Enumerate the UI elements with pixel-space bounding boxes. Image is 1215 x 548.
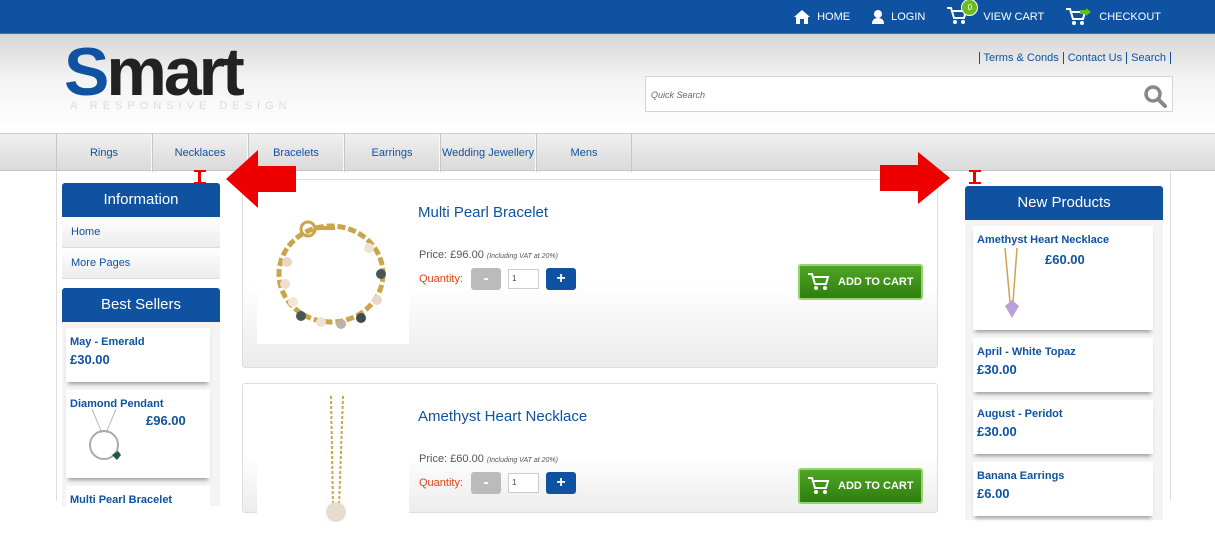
site-logo[interactable]: Smart A RESPONSIVE DESIGN	[64, 34, 292, 112]
add-to-cart-button[interactable]: ADD TO CART	[798, 468, 923, 504]
new-products-title: New Products	[965, 186, 1163, 220]
quantity-stepper: Quantity: - 1 +	[419, 268, 577, 290]
info-link-home[interactable]: Home	[62, 217, 220, 248]
new-product-name: April - White Topaz	[977, 346, 1076, 358]
left-arrow-annotation	[226, 150, 296, 208]
information-title: Information	[62, 183, 220, 217]
new-product-price: £60.00	[1045, 252, 1085, 267]
contact-link[interactable]: Contact Us	[1062, 52, 1126, 64]
vat-note: (Including VAT at 20%)	[486, 457, 558, 464]
new-product-item[interactable]: Banana Earrings £6.00	[973, 462, 1153, 516]
search-placeholder: Quick Search	[651, 90, 706, 100]
product-price: Price: £96.00 (Including VAT at 20%)	[419, 249, 558, 261]
new-product-item[interactable]: April - White Topaz £30.00	[973, 338, 1153, 392]
nav-item-wedding-jewellery[interactable]: Wedding Jewellery	[440, 134, 536, 172]
login-link[interactable]: LOGIN	[872, 10, 925, 24]
text-cursor-annotation	[969, 170, 981, 184]
best-seller-item[interactable]: Diamond Pendant £96.00	[66, 390, 210, 478]
search-link[interactable]: Search	[1126, 52, 1171, 64]
logo-title: Smart	[64, 34, 245, 110]
logo-tagline: A RESPONSIVE DESIGN	[70, 100, 292, 112]
best-seller-name: Multi Pearl Bracelet	[70, 494, 173, 506]
amethyst-necklace-image	[1004, 248, 1019, 318]
info-link-more-pages[interactable]: More Pages	[62, 248, 220, 279]
quantity-label: Quantity:	[419, 273, 464, 285]
nav-item-mens[interactable]: Mens	[536, 134, 632, 172]
vat-note: (Including VAT at 20%)	[486, 253, 558, 260]
terms-link[interactable]: Terms & Conds	[978, 52, 1063, 64]
quantity-plus-button[interactable]: +	[546, 268, 577, 290]
new-product-name: Amethyst Heart Necklace	[977, 234, 1110, 246]
top-bar: HOME LOGIN 0 VIEW CART CHECKOUT	[0, 0, 1215, 34]
best-sellers-title: Best Sellers	[62, 288, 220, 322]
diamond-pendant-image	[89, 409, 121, 460]
right-arrow-annotation	[880, 152, 950, 204]
product-price: Price: £60.00 (Including VAT at 20%)	[419, 453, 558, 465]
search-input[interactable]: Quick Search	[645, 76, 1173, 112]
product-name[interactable]: Amethyst Heart Necklace	[418, 408, 587, 425]
new-product-item[interactable]: August - Peridot £30.00	[973, 400, 1153, 454]
view-cart-link[interactable]: 0 VIEW CART	[947, 0, 1044, 28]
quantity-plus-button[interactable]: +	[546, 472, 577, 494]
new-product-price: £30.00	[977, 362, 1017, 377]
product-name[interactable]: Multi Pearl Bracelet	[418, 204, 548, 221]
product-card: Amethyst Heart Necklace Price: £60.00 (I…	[242, 383, 938, 548]
best-seller-price: £96.00	[146, 413, 186, 428]
cart-count-badge: 0	[961, 0, 979, 16]
home-icon	[794, 10, 811, 24]
pearl-bracelet-image	[276, 220, 386, 329]
cart-icon	[808, 273, 830, 290]
quantity-label: Quantity:	[419, 477, 464, 489]
header-links: Terms & Conds Contact Us Search	[978, 52, 1171, 64]
quantity-minus-button[interactable]: -	[471, 472, 502, 494]
new-product-price: £30.00	[977, 424, 1017, 439]
nav-item-rings[interactable]: Rings	[56, 134, 152, 172]
new-product-name: August - Peridot	[977, 408, 1063, 420]
new-product-name: Banana Earrings	[977, 470, 1065, 482]
right-sidebar: New Products Amethyst Heart Necklace £60…	[965, 186, 1163, 520]
new-product-price: £6.00	[977, 486, 1010, 501]
search-icon[interactable]	[1143, 84, 1167, 108]
text-cursor-annotation	[194, 170, 206, 184]
product-image[interactable]	[257, 192, 409, 344]
site-header: Smart A RESPONSIVE DESIGN Terms & Conds …	[0, 34, 1215, 134]
add-to-cart-button[interactable]: ADD TO CART	[798, 264, 923, 300]
home-link[interactable]: HOME	[794, 10, 850, 24]
best-seller-item[interactable]: Multi Pearl Bracelet	[66, 486, 210, 506]
quantity-input[interactable]: 1	[508, 473, 540, 493]
best-seller-item[interactable]: May - Emerald £30.00	[66, 328, 210, 382]
user-icon	[872, 10, 885, 24]
new-product-item[interactable]: Amethyst Heart Necklace £60.00	[973, 226, 1153, 330]
quantity-stepper: Quantity: - 1 +	[419, 472, 577, 494]
checkout-link[interactable]: CHECKOUT	[1066, 8, 1161, 26]
quantity-minus-button[interactable]: -	[471, 268, 502, 290]
best-seller-price: £30.00	[70, 352, 110, 367]
quantity-input[interactable]: 1	[508, 269, 540, 289]
product-card: Multi Pearl Bracelet Price: £96.00 (Incl…	[242, 179, 938, 368]
necklace-image	[326, 395, 346, 522]
left-sidebar: Information Home More Pages Best Sellers…	[62, 183, 220, 506]
cart-icon	[808, 477, 830, 494]
nav-item-earrings[interactable]: Earrings	[344, 134, 440, 172]
best-seller-name: May - Emerald	[70, 336, 145, 348]
product-image[interactable]	[257, 395, 409, 548]
main-nav: Rings Necklaces Bracelets Earrings Weddi…	[0, 133, 1215, 172]
cart-checkout-icon	[1066, 8, 1092, 25]
